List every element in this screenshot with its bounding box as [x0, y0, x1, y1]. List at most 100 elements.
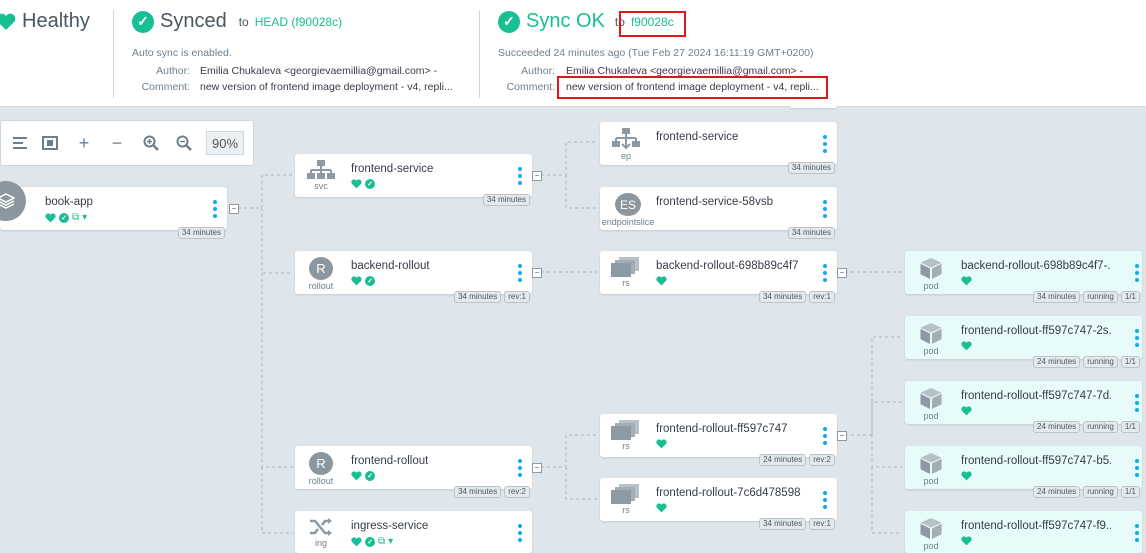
- pod-cube-icon: [920, 517, 942, 540]
- node-frontend-rs-ff597c747[interactable]: rs frontend-rollout-ff597c747 24 minutes…: [600, 414, 837, 466]
- service-icon: [307, 160, 335, 179]
- list-view-icon[interactable]: [5, 121, 35, 165]
- heart-icon: [351, 471, 362, 481]
- node-kind: rs: [608, 257, 644, 291]
- node-status: [656, 503, 667, 513]
- collapse-toggle[interactable]: −: [837, 431, 847, 441]
- age-tag: 34 minutes: [482, 194, 530, 206]
- status-tag: running: [1083, 291, 1118, 303]
- node-menu-icon[interactable]: [1135, 459, 1139, 477]
- node-name: book-app: [45, 196, 93, 208]
- node-kind: ing: [303, 517, 339, 551]
- node-menu-icon[interactable]: [518, 524, 522, 542]
- graph-toolbar: + − 90%: [0, 120, 254, 166]
- age-tag: 24 minutes: [759, 454, 807, 466]
- ready-tag: 1/1: [1120, 291, 1140, 303]
- collapse-toggle[interactable]: −: [837, 268, 847, 278]
- node-name: frontend-rollout-ff597c747-2s...: [961, 325, 1111, 337]
- node-frontend-service[interactable]: svc frontend-service ✓ 34 minutes: [295, 154, 532, 206]
- node-endpointslice[interactable]: ES endpointslice frontend-service-58vsb …: [600, 187, 837, 239]
- heart-icon: [961, 276, 972, 286]
- endpoint-icon: [612, 128, 640, 150]
- heart-icon: [45, 212, 56, 222]
- node-menu-icon[interactable]: [823, 264, 827, 282]
- plus-icon[interactable]: +: [69, 121, 99, 165]
- node-kind: R rollout: [303, 257, 339, 291]
- zoom-level[interactable]: 90%: [206, 131, 244, 155]
- revision-tag: rev:1: [809, 291, 835, 303]
- node-name: frontend-service: [351, 163, 434, 175]
- revision-tag: rev:1: [504, 291, 530, 303]
- age-tag: 24 minutes: [1033, 356, 1081, 368]
- status-tag: running: [1083, 421, 1118, 433]
- shuffle-icon: [310, 518, 332, 536]
- replicaset-icon: [611, 420, 639, 440]
- node-frontend-rollout[interactable]: R rollout frontend-rollout ✓ 34 minutes r…: [295, 446, 532, 498]
- minus-icon[interactable]: −: [102, 121, 132, 165]
- check-circle-icon: ✓: [365, 276, 375, 286]
- age-tag: 34 minutes: [1033, 291, 1081, 303]
- node-frontend-service-ep[interactable]: ep frontend-service 34 minutes: [600, 122, 837, 174]
- node-book-app[interactable]: book-app ✓ ⧉ ▾ 34 minutes: [0, 181, 227, 239]
- layers-icon: [0, 181, 26, 221]
- node-menu-icon[interactable]: [1135, 264, 1139, 282]
- node-status: ✓ ⧉ ▾: [45, 212, 87, 223]
- node-menu-icon[interactable]: [518, 459, 522, 477]
- age-tag: 34 minutes: [177, 227, 225, 239]
- pod-cube-icon: [920, 452, 942, 475]
- age-tag: 24 minutes: [1033, 486, 1081, 498]
- node-status: ✓: [351, 179, 375, 189]
- zoom-out-icon[interactable]: [169, 121, 199, 165]
- node-frontend-rs-7c6d478598[interactable]: rs frontend-rollout-7c6d478598 34 minute…: [600, 478, 837, 530]
- ready-tag: 1/1: [1120, 356, 1140, 368]
- node-menu-icon[interactable]: [213, 200, 217, 218]
- node-name: backend-rollout: [351, 260, 430, 272]
- node-backend-rollout[interactable]: R rollout backend-rollout ✓ 34 minutes re…: [295, 251, 532, 303]
- caret-down-icon[interactable]: ▾: [82, 212, 87, 223]
- node-status: [961, 276, 972, 286]
- node-pod-backend[interactable]: pod backend-rollout-698b89c4f7-... 34 mi…: [905, 251, 1142, 303]
- status-tag: running: [1083, 486, 1118, 498]
- node-kind: pod: [913, 322, 949, 356]
- pod-cube-icon: [920, 257, 942, 280]
- node-pod-frontend-b5[interactable]: pod frontend-rollout-ff597c747-b5... 24 …: [905, 446, 1142, 498]
- node-menu-icon[interactable]: [1135, 524, 1139, 542]
- node-menu-icon[interactable]: [823, 491, 827, 509]
- pod-cube-icon: [920, 322, 942, 345]
- node-menu-icon[interactable]: [823, 200, 827, 218]
- node-name: frontend-service-58vsb: [656, 196, 773, 208]
- node-menu-icon[interactable]: [518, 264, 522, 282]
- node-menu-icon[interactable]: [1135, 394, 1139, 412]
- zoom-in-icon[interactable]: [136, 121, 166, 165]
- node-menu-icon[interactable]: [823, 427, 827, 445]
- check-circle-icon: ✓: [365, 536, 375, 547]
- node-pod-frontend-7d[interactable]: pod frontend-rollout-ff597c747-7d... 24 …: [905, 381, 1142, 433]
- rollout-icon: R: [309, 452, 333, 475]
- node-kind: pod: [913, 517, 949, 551]
- node-menu-icon[interactable]: [1135, 329, 1139, 347]
- external-link-icon[interactable]: ⧉: [378, 536, 385, 547]
- collapse-toggle[interactable]: −: [532, 268, 542, 278]
- node-ingress-service[interactable]: ing ingress-service ✓ ⧉ ▾: [295, 511, 532, 553]
- node-menu-icon[interactable]: [518, 167, 522, 185]
- collapse-toggle[interactable]: −: [229, 204, 239, 214]
- node-name: ingress-service: [351, 520, 429, 532]
- node-pod-frontend-f9[interactable]: pod frontend-rollout-ff597c747-f9...: [905, 511, 1142, 553]
- node-name: backend-rollout-698b89c4f7-...: [961, 260, 1111, 272]
- node-pod-frontend-2s[interactable]: pod frontend-rollout-ff597c747-2s... 24 …: [905, 316, 1142, 368]
- caret-down-icon[interactable]: ▾: [388, 536, 393, 547]
- collapse-toggle[interactable]: −: [532, 463, 542, 473]
- node-backend-rs[interactable]: rs backend-rollout-698b89c4f7 34 minutes…: [600, 251, 837, 303]
- external-link-icon[interactable]: ⧉: [72, 212, 79, 223]
- check-circle-icon: ✓: [59, 212, 69, 223]
- fit-view-icon[interactable]: [35, 121, 65, 165]
- clipped-node: [790, 104, 837, 108]
- node-status: ✓: [351, 471, 375, 481]
- node-menu-icon[interactable]: [823, 135, 827, 153]
- check-circle-icon: ✓: [365, 471, 375, 481]
- collapse-toggle[interactable]: −: [532, 171, 542, 181]
- node-status: [656, 276, 667, 286]
- node-status: [961, 406, 972, 416]
- heart-icon: [351, 179, 362, 189]
- node-name: frontend-rollout-ff597c747-7d...: [961, 390, 1111, 402]
